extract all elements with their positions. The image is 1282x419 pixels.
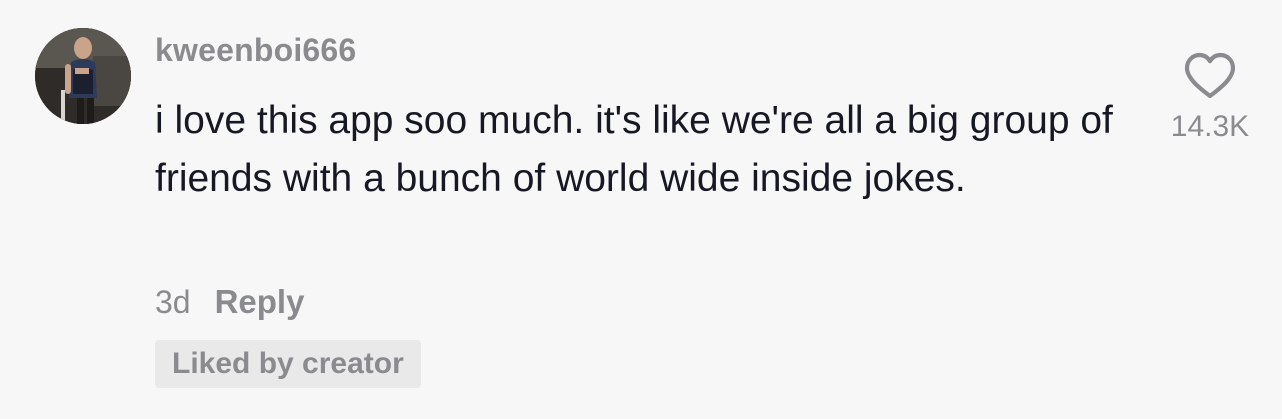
like-count: 14.3K — [1170, 110, 1250, 143]
username[interactable]: kweenboi666 — [155, 32, 356, 69]
comment-item: kweenboi666 i love this app soo much. it… — [0, 0, 1282, 419]
reply-button[interactable]: Reply — [215, 283, 305, 321]
avatar[interactable] — [35, 28, 131, 124]
comment-time: 3d — [155, 284, 191, 320]
liked-by-creator-badge: Liked by creator — [155, 340, 421, 388]
like-button[interactable]: 14.3K — [1160, 52, 1260, 144]
comment-text: i love this app soo much. it's like we'r… — [155, 99, 1113, 200]
heart-icon[interactable] — [1183, 52, 1237, 100]
avatar-photo — [35, 28, 131, 124]
comment-meta: 3d Reply — [155, 283, 304, 321]
